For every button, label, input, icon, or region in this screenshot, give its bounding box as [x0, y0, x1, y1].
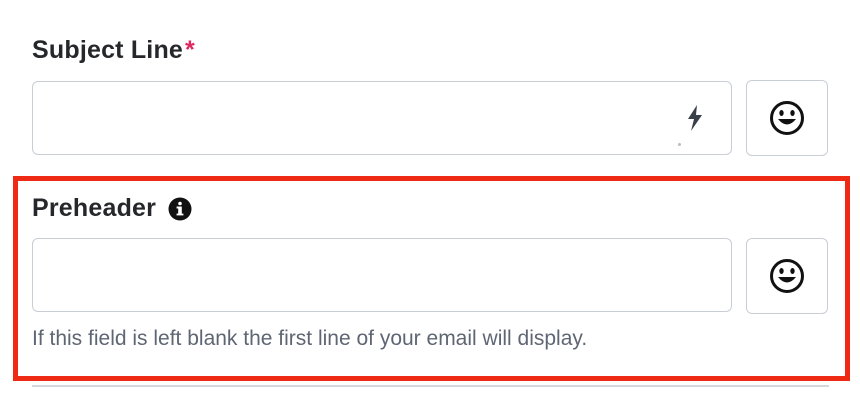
lightning-bolt-icon[interactable] — [685, 104, 705, 132]
preheader-emoji-button[interactable] — [746, 238, 828, 314]
subject-line-label: Subject Line* — [32, 38, 195, 63]
required-asterisk: * — [185, 36, 195, 64]
subject-line-field[interactable] — [32, 81, 732, 155]
resize-dot — [678, 143, 681, 146]
smiley-emoji-icon — [770, 259, 804, 293]
subject-line-input[interactable] — [33, 82, 731, 154]
preheader-label-text: Preheader — [32, 194, 157, 222]
section-divider — [32, 385, 829, 387]
smiley-emoji-icon — [770, 101, 804, 135]
subject-line-label-text: Subject Line — [32, 36, 184, 64]
preheader-field[interactable] — [32, 238, 732, 312]
preheader-label: Preheader — [32, 196, 192, 221]
preheader-input[interactable] — [33, 239, 731, 311]
subject-emoji-button[interactable] — [746, 80, 828, 156]
info-icon[interactable] — [168, 197, 192, 221]
preheader-helper-text: If this field is left blank the first li… — [32, 327, 588, 350]
